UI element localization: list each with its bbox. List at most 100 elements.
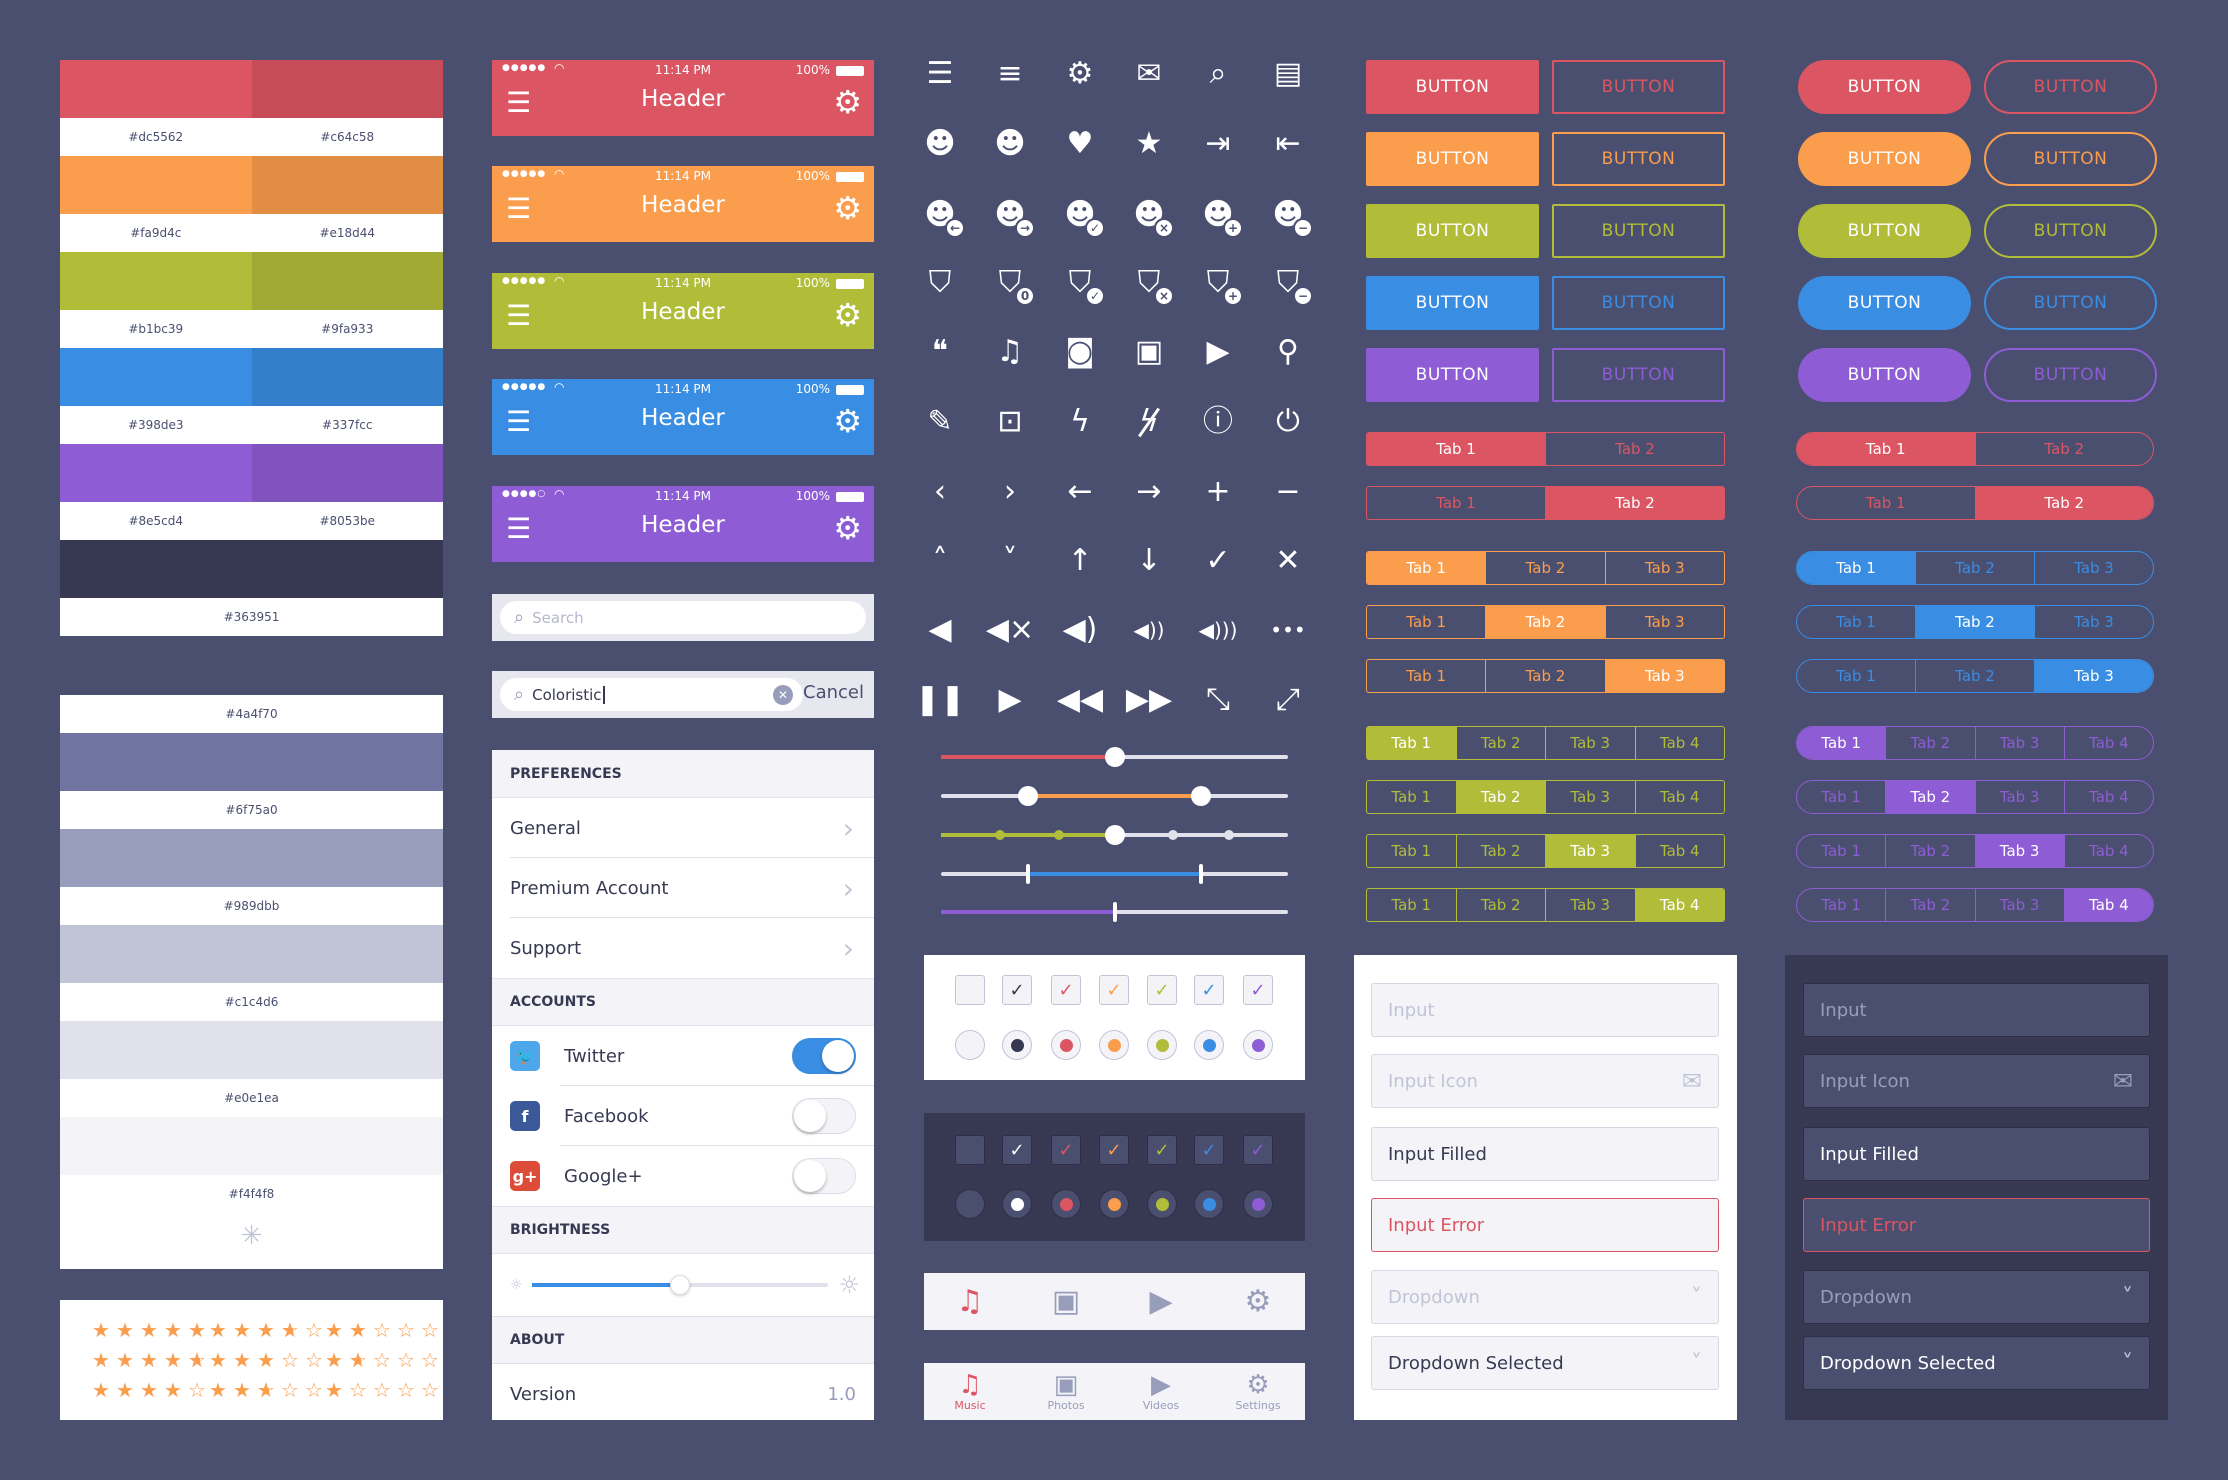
checkbox-checked[interactable]: ✓ xyxy=(1099,1135,1129,1165)
tab-3[interactable]: Tab 3 xyxy=(1545,889,1635,921)
tab-3[interactable]: Tab 3 xyxy=(1974,781,2064,813)
tab-bar-item-videos[interactable]: ▶ Videos xyxy=(1126,1363,1196,1420)
solid-button[interactable]: BUTTON xyxy=(1366,348,1539,402)
radio-selected[interactable] xyxy=(1002,1189,1032,1219)
gear-icon[interactable]: ⚙ xyxy=(833,405,862,437)
gear-icon[interactable]: ⚙ xyxy=(833,86,862,118)
outline-button[interactable]: BUTTON xyxy=(1552,60,1725,114)
tab-4[interactable]: Tab 4 xyxy=(1634,835,1725,867)
text-input[interactable]: Input Error xyxy=(1371,1198,1719,1252)
tab-4[interactable]: Tab 4 xyxy=(2063,889,2153,921)
tab-bar-item-photos[interactable]: ▣ xyxy=(1031,1273,1101,1330)
tab-1[interactable]: Tab 1 xyxy=(1367,889,1456,921)
radio-selected[interactable] xyxy=(1147,1030,1177,1060)
dropdown[interactable]: Dropdown ˅ xyxy=(1803,1270,2150,1324)
gear-icon[interactable]: ⚙ xyxy=(833,512,862,544)
tab-3[interactable]: Tab 3 xyxy=(1545,781,1635,813)
text-input[interactable]: Input Icon ✉ xyxy=(1371,1054,1719,1108)
tab-2[interactable]: Tab 2 xyxy=(1885,889,1974,921)
slider-handle[interactable] xyxy=(1025,864,1030,884)
tab-3[interactable]: Tab 3 xyxy=(1545,835,1635,867)
tab-2[interactable]: Tab 2 xyxy=(1545,487,1724,519)
tab-bar-item-photos[interactable]: ▣ Photos xyxy=(1031,1363,1101,1420)
dropdown[interactable]: Dropdown ˅ xyxy=(1371,1270,1719,1324)
tab-2[interactable]: Tab 2 xyxy=(1885,727,1974,759)
checkbox-checked[interactable]: ✓ xyxy=(1243,1135,1273,1165)
radio-selected[interactable] xyxy=(1194,1189,1224,1219)
text-input[interactable]: Input Error xyxy=(1803,1198,2150,1252)
tab-1[interactable]: Tab 1 xyxy=(1797,727,1886,759)
radio-unselected[interactable] xyxy=(955,1189,985,1219)
slider-range-ticks[interactable] xyxy=(941,864,1288,884)
pill-outline-button[interactable]: BUTTON xyxy=(1984,204,2157,258)
tab-2[interactable]: Tab 2 xyxy=(1545,433,1724,465)
radio-selected[interactable] xyxy=(1243,1030,1273,1060)
toggle-switch[interactable] xyxy=(792,1158,856,1194)
checkbox-checked[interactable]: ✓ xyxy=(1002,1135,1032,1165)
tab-1[interactable]: Tab 1 xyxy=(1797,781,1885,813)
checkbox-checked[interactable]: ✓ xyxy=(1194,1135,1224,1165)
tab-3[interactable]: Tab 3 xyxy=(1974,835,2064,867)
tab-1[interactable]: Tab 1 xyxy=(1797,889,1885,921)
settings-row[interactable]: Premium Account › xyxy=(492,858,874,918)
text-input[interactable]: Input xyxy=(1803,983,2150,1037)
tab-2[interactable]: Tab 2 xyxy=(1485,552,1604,584)
slider-single-tick[interactable] xyxy=(941,902,1288,922)
pill-outline-button[interactable]: BUTTON xyxy=(1984,348,2157,402)
tab-2[interactable]: Tab 2 xyxy=(1455,781,1545,813)
tab-bar-item-settings[interactable]: ⚙ Settings xyxy=(1223,1363,1293,1420)
radio-selected[interactable] xyxy=(1051,1189,1081,1219)
tab-4[interactable]: Tab 4 xyxy=(2063,835,2153,867)
clear-icon[interactable]: ✕ xyxy=(773,684,793,705)
tab-1[interactable]: Tab 1 xyxy=(1797,487,1975,519)
brightness-slider[interactable] xyxy=(532,1275,828,1295)
pill-outline-button[interactable]: BUTTON xyxy=(1984,60,2157,114)
tab-3[interactable]: Tab 3 xyxy=(1604,660,1724,692)
radio-selected[interactable] xyxy=(1099,1189,1129,1219)
tab-1[interactable]: Tab 1 xyxy=(1797,606,1915,638)
slider-handle[interactable] xyxy=(1017,786,1038,806)
settings-row[interactable]: Support › xyxy=(492,918,874,978)
tab-2[interactable]: Tab 2 xyxy=(1485,606,1605,638)
pill-solid-button[interactable]: BUTTON xyxy=(1798,276,1971,330)
tab-2[interactable]: Tab 2 xyxy=(1455,835,1546,867)
tab-1[interactable]: Tab 1 xyxy=(1367,727,1456,759)
checkbox-checked[interactable]: ✓ xyxy=(1051,975,1081,1005)
slider-stepped[interactable] xyxy=(941,825,1288,845)
checkbox-unchecked[interactable] xyxy=(955,975,985,1005)
outline-button[interactable]: BUTTON xyxy=(1552,204,1725,258)
text-input[interactable]: Input Filled xyxy=(1803,1127,2150,1181)
tab-3[interactable]: Tab 3 xyxy=(1604,552,1724,584)
tab-3[interactable]: Tab 3 xyxy=(1604,606,1724,638)
checkbox-checked[interactable]: ✓ xyxy=(1002,975,1032,1005)
tab-2[interactable]: Tab 2 xyxy=(1915,606,2034,638)
checkbox-checked[interactable]: ✓ xyxy=(1194,975,1224,1005)
tab-2[interactable]: Tab 2 xyxy=(1974,487,2153,519)
text-input[interactable]: Input xyxy=(1371,983,1719,1037)
tab-4[interactable]: Tab 4 xyxy=(1634,781,1725,813)
tab-3[interactable]: Tab 3 xyxy=(2034,552,2153,584)
tab-1[interactable]: Tab 1 xyxy=(1797,835,1885,867)
tab-3[interactable]: Tab 3 xyxy=(1545,727,1635,759)
gear-icon[interactable]: ⚙ xyxy=(833,299,862,331)
tab-2[interactable]: Tab 2 xyxy=(1974,433,2154,465)
tab-2[interactable]: Tab 2 xyxy=(1885,835,1974,867)
cancel-button[interactable]: Cancel xyxy=(803,682,864,703)
radio-unselected[interactable] xyxy=(955,1030,985,1060)
slider-handle[interactable] xyxy=(1191,786,1212,806)
search-input[interactable]: ⌕ Search xyxy=(500,601,866,634)
slider-handle[interactable] xyxy=(1104,825,1125,845)
gear-icon[interactable]: ⚙ xyxy=(833,192,862,224)
outline-button[interactable]: BUTTON xyxy=(1552,348,1725,402)
text-input[interactable]: Input Filled xyxy=(1371,1127,1719,1181)
dropdown[interactable]: Dropdown Selected ˅ xyxy=(1371,1336,1719,1390)
tab-3[interactable]: Tab 3 xyxy=(2034,606,2153,638)
tab-3[interactable]: Tab 3 xyxy=(1974,889,2064,921)
tab-2[interactable]: Tab 2 xyxy=(1885,781,1975,813)
tab-bar-item-settings[interactable]: ⚙ xyxy=(1223,1273,1293,1330)
pill-outline-button[interactable]: BUTTON xyxy=(1984,132,2157,186)
tab-1[interactable]: Tab 1 xyxy=(1367,606,1485,638)
checkbox-checked[interactable]: ✓ xyxy=(1099,975,1129,1005)
slider-handle[interactable] xyxy=(1112,902,1117,922)
solid-button[interactable]: BUTTON xyxy=(1366,132,1539,186)
